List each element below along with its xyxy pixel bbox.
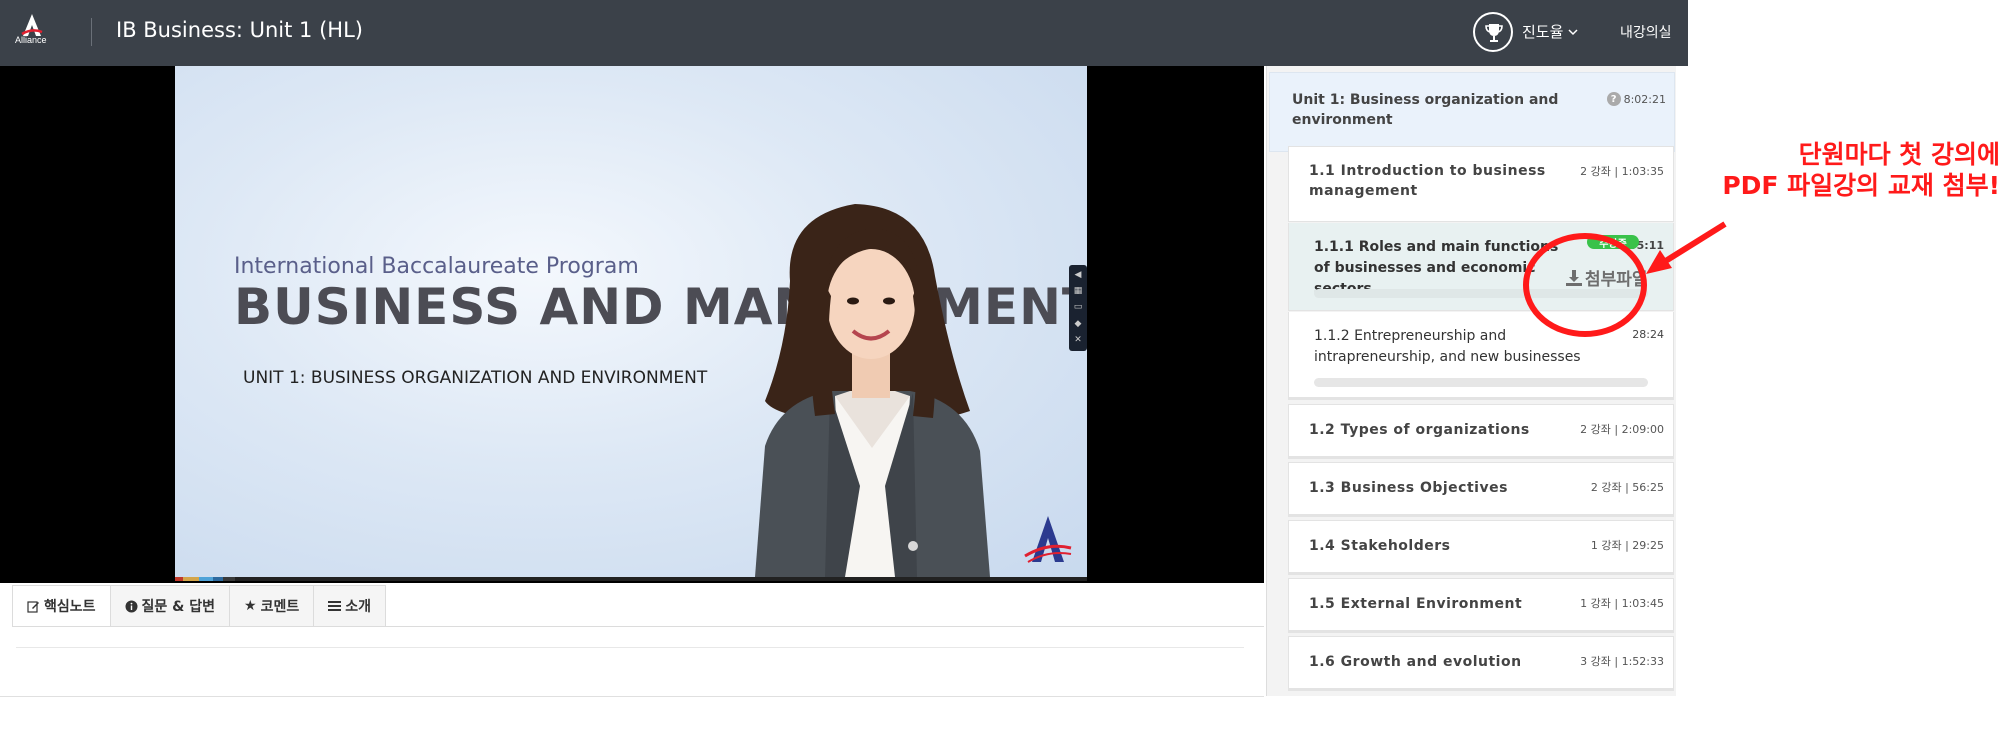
section-meta: 1 강좌 | 1:03:45 [1580, 597, 1664, 610]
logo-text: Alliance [15, 35, 47, 45]
section-title: 1.2 Types of organizations [1309, 422, 1530, 438]
header-divider [91, 18, 92, 46]
annotation-line-2: PDF 파일강의 교재 첨부! [1722, 171, 2000, 200]
video-progress-bar[interactable] [175, 577, 1087, 581]
annotation-line-1: 단원마다 첫 강의에 [1798, 140, 2000, 169]
attachment-button[interactable]: 첨부파일 [1565, 265, 1648, 290]
tab-qna[interactable]: 질문 & 답변 [110, 585, 231, 627]
unit-time: 8:02:21 [1623, 92, 1666, 106]
section-1-6[interactable]: 1.6 Growth and evolution 3 강좌 | 1:52:33 [1288, 636, 1674, 691]
arrow-left-icon[interactable]: ◀ [1075, 270, 1082, 280]
chevron-down-icon [1568, 28, 1578, 35]
tab-label: 소개 [345, 599, 371, 615]
section-title: 1.1 Introduction to business management [1309, 163, 1546, 199]
tab-comments[interactable]: ★ 코멘트 [230, 585, 315, 627]
attachment-label: 첨부파일 [1585, 270, 1648, 290]
section-meta: 2 강좌 | 56:25 [1590, 481, 1664, 494]
tab-label: 핵심노트 [44, 599, 96, 615]
section-meta: 2 강좌 | 2:09:00 [1580, 423, 1664, 436]
video-side-controls[interactable]: ◀ ▦ ▭ ◆ ✕ [1069, 265, 1087, 351]
list-icon [328, 601, 342, 611]
trophy-icon [1485, 24, 1503, 42]
slide-subtitle: International Baccalaureate Program [234, 254, 639, 279]
download-icon [1566, 269, 1582, 286]
unit-header[interactable]: Unit 1: Business organization and enviro… [1269, 72, 1675, 152]
pin-icon[interactable]: ◆ [1075, 319, 1082, 329]
status-badge: 수강중 [1587, 235, 1639, 250]
presenter-image [755, 204, 990, 577]
my-classroom-link[interactable]: 내강의실 [1620, 22, 1672, 42]
screen-icon[interactable]: ▭ [1074, 303, 1083, 312]
tab-label: 질문 & 답변 [141, 599, 216, 615]
section-1-1[interactable]: 1.1 Introduction to business management … [1288, 146, 1674, 222]
bottom-divider [0, 696, 1264, 697]
tabs-divider [12, 626, 1264, 627]
lesson-progress-bar [1314, 378, 1648, 387]
tab-key-notes[interactable]: 핵심노트 [12, 585, 111, 627]
help-icon[interactable]: ? [1606, 92, 1621, 106]
tab-label: 코멘트 [260, 599, 300, 615]
lesson-time: 28:24 [1632, 328, 1664, 341]
course-title: IB Business: Unit 1 (HL) [116, 18, 363, 42]
top-header: Alliance IB Business: Unit 1 (HL) 진도율 내강… [0, 0, 1688, 66]
section-meta: 2 강좌 | 1:03:35 [1580, 165, 1664, 178]
star-icon: ★ [244, 598, 257, 614]
lesson-title: 1.1.2 Entrepreneurship and intrapreneurs… [1314, 328, 1581, 365]
unit-title: Unit 1: Business organization and enviro… [1292, 92, 1559, 128]
lesson-progress-bar [1314, 289, 1648, 298]
notes-content-area[interactable] [16, 647, 1244, 648]
close-icon[interactable]: ✕ [1074, 336, 1082, 345]
progress-menu[interactable]: 진도율 [1522, 21, 1578, 42]
section-title: 1.5 External Environment [1309, 596, 1523, 612]
unit-duration: ? 8:02:21 [1606, 92, 1666, 106]
section-1-4[interactable]: 1.4 Stakeholders 1 강좌 | 29:25 [1288, 520, 1674, 575]
progress-label: 진도율 [1522, 23, 1564, 41]
lesson-item-1-1-2[interactable]: 1.1.2 Entrepreneurship and intrapreneurs… [1288, 312, 1674, 400]
windows-icon[interactable]: ▦ [1074, 287, 1083, 296]
curriculum-sidebar: Unit 1: Business organization and enviro… [1266, 66, 1676, 696]
content-tabs: 핵심노트 질문 & 답변 ★ 코멘트 소개 [12, 585, 386, 627]
edit-icon [27, 600, 39, 613]
slide-unit: UNIT 1: BUSINESS ORGANIZATION AND ENVIRO… [243, 368, 708, 388]
section-1-2[interactable]: 1.2 Types of organizations 2 강좌 | 2:09:0… [1288, 404, 1674, 459]
info-icon [125, 600, 138, 612]
section-title: 1.3 Business Objectives [1309, 480, 1508, 496]
section-1-5[interactable]: 1.5 External Environment 1 강좌 | 1:03:45 [1288, 578, 1674, 633]
trophy-button[interactable] [1473, 12, 1513, 52]
alliance-slide-logo [1024, 516, 1072, 563]
section-meta: 1 강좌 | 29:25 [1590, 539, 1664, 552]
tab-intro[interactable]: 소개 [314, 585, 386, 627]
alliance-logo[interactable] [12, 12, 52, 52]
section-meta: 3 강좌 | 1:52:33 [1580, 655, 1664, 668]
section-title: 1.6 Growth and evolution [1309, 654, 1522, 670]
lesson-item-1-1-1[interactable]: 1.1.1 Roles and main functions of busine… [1288, 223, 1674, 311]
section-1-3[interactable]: 1.3 Business Objectives 2 강좌 | 56:25 [1288, 462, 1674, 517]
section-title: 1.4 Stakeholders [1309, 538, 1451, 554]
page: Alliance IB Business: Unit 1 (HL) 진도율 내강… [0, 0, 2000, 744]
video-player[interactable]: International Baccalaureate Program BUSI… [0, 66, 1264, 583]
video-frame[interactable]: International Baccalaureate Program BUSI… [175, 66, 1087, 577]
